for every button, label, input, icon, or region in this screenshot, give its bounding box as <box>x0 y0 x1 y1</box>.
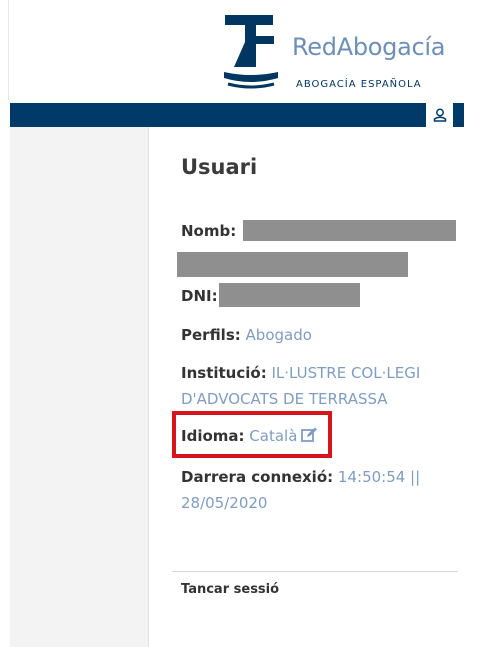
logout-link[interactable]: Tancar sessió <box>181 582 279 597</box>
profiles-value: Abogado <box>245 326 312 344</box>
language-label: Idioma: <box>181 427 245 445</box>
profiles-row: Perfils: Abogado <box>181 322 312 348</box>
sidebar <box>10 127 149 647</box>
top-navigation-bar <box>10 103 426 127</box>
language-row: Idioma: Català <box>181 423 318 449</box>
brand-name: RedAbogacía <box>292 33 446 61</box>
user-menu-button[interactable] <box>426 103 453 127</box>
name-redaction-line2 <box>177 252 408 277</box>
brand-subtitle: ABOGACÍA ESPAÑOLA <box>296 79 422 90</box>
dni-label: DNI: <box>181 287 218 305</box>
institution-row-line2: D'ADVOCATS DE TERRASSA <box>181 386 388 412</box>
institution-label: Institució: <box>181 364 267 382</box>
last-connection-row: Darrera connexió: 14:50:54 || <box>181 464 420 490</box>
name-redaction <box>243 220 456 241</box>
dni-redaction <box>219 283 360 307</box>
institution-value-line2: D'ADVOCATS DE TERRASSA <box>181 390 388 408</box>
name-label: Nomb: <box>181 222 237 240</box>
top-navigation-bar-end <box>453 103 464 127</box>
profiles-label: Perfils: <box>181 326 241 344</box>
dni-row: DNI: <box>181 283 218 309</box>
redabogacia-logo-icon <box>224 15 278 89</box>
page-title: Usuari <box>181 155 258 179</box>
user-icon <box>433 108 446 122</box>
institution-value: IL·LUSTRE COL·LEGI <box>271 364 421 382</box>
last-connection-label: Darrera connexió: <box>181 468 334 486</box>
last-connection-row-line2: 28/05/2020 <box>181 490 267 516</box>
last-connection-date: 28/05/2020 <box>181 494 268 512</box>
institution-row: Institució: IL·LUSTRE COL·LEGI <box>181 360 420 386</box>
language-value[interactable]: Català <box>249 427 297 445</box>
edit-icon[interactable] <box>301 427 318 443</box>
last-connection-time: 14:50:54 || <box>337 468 421 486</box>
name-row: Nomb: <box>181 218 236 244</box>
left-border <box>8 0 9 100</box>
divider <box>172 571 458 572</box>
